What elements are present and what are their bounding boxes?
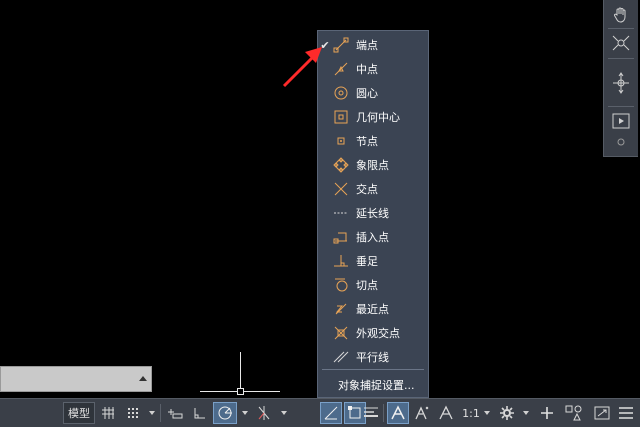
navigation-bar	[603, 0, 638, 157]
snap-item-label: 中点	[356, 63, 378, 76]
snap-item-apparent-intersection[interactable]: 外观交点	[318, 321, 428, 345]
snap-item-insertion[interactable]: 插入点	[318, 225, 428, 249]
auto-scale-icon[interactable]	[411, 402, 433, 424]
snap-item-label: 插入点	[356, 231, 389, 244]
snap-item-tangent[interactable]: 切点	[318, 273, 428, 297]
isolate-objects-icon[interactable]	[563, 402, 585, 424]
model-space-button[interactable]: 模型	[63, 402, 95, 424]
command-line[interactable]	[0, 366, 152, 392]
snap-item-label: 几何中心	[356, 111, 400, 124]
snap-item-center[interactable]: 圆心	[318, 81, 428, 105]
add-icon[interactable]	[536, 402, 558, 424]
quadrant-icon	[332, 156, 350, 174]
isodraft-icon[interactable]	[253, 402, 275, 424]
status-bar: 模型 1:1	[0, 398, 640, 427]
snap-item-intersection[interactable]: 交点	[318, 177, 428, 201]
object-snap-menu: ✔ 端点中点圆心几何中心节点象限点交点延长线插入点垂足切点最近点外观交点平行线 对…	[317, 30, 429, 398]
fullscreen-icon[interactable]	[591, 402, 613, 424]
intersection-icon	[332, 180, 350, 198]
zoom-extents-icon[interactable]	[608, 32, 634, 54]
snap-item-label: 节点	[356, 135, 378, 148]
annotation-visibility-icon[interactable]	[387, 402, 409, 424]
crosshair-pickbox	[237, 388, 244, 395]
workspace-dropdown-icon[interactable]	[523, 411, 529, 415]
tangent-icon	[332, 276, 350, 294]
perpendicular-icon	[332, 252, 350, 270]
navbar-settings-icon[interactable]	[608, 132, 634, 152]
snap-item-parallel[interactable]: 平行线	[318, 345, 428, 369]
snap-item-nearest[interactable]: 最近点	[318, 297, 428, 321]
orbit-icon[interactable]	[608, 72, 634, 94]
snap-item-node[interactable]: 节点	[318, 129, 428, 153]
snap-item-label: 象限点	[356, 159, 389, 172]
dynamic-input-icon[interactable]	[164, 402, 186, 424]
snap-item-label: 垂足	[356, 255, 378, 268]
object-snap-settings-label: 对象捕捉设置...	[338, 379, 415, 392]
polar-dropdown-icon[interactable]	[242, 411, 248, 415]
node-icon	[332, 132, 350, 150]
snap-item-label: 外观交点	[356, 327, 400, 340]
grid-icon[interactable]	[98, 402, 118, 424]
midpoint-icon	[332, 60, 350, 78]
snap-item-label: 平行线	[356, 351, 389, 364]
menu-divider	[322, 369, 424, 370]
crosshair-vertical	[240, 352, 241, 392]
annotation-scale-icon[interactable]	[435, 402, 457, 424]
polar-tracking-icon[interactable]	[213, 402, 237, 424]
annotation-scale-label: 1:1	[462, 406, 480, 420]
snap-item-perpendicular[interactable]: 垂足	[318, 249, 428, 273]
snap-item-endpoint[interactable]: ✔ 端点	[318, 33, 428, 57]
parallel-icon	[332, 348, 350, 366]
snap-item-label: 圆心	[356, 87, 378, 100]
center-icon	[332, 84, 350, 102]
ortho-mode-icon[interactable]	[189, 402, 211, 424]
lineweight-icon[interactable]	[360, 402, 382, 424]
isodraft-dropdown-icon[interactable]	[281, 411, 287, 415]
pan-icon[interactable]	[608, 4, 634, 26]
snap-item-label: 切点	[356, 279, 378, 292]
insertion-icon	[332, 228, 350, 246]
geometric-center-icon	[332, 108, 350, 126]
endpoint-icon	[332, 36, 350, 54]
check-mark-icon: ✔	[320, 38, 330, 52]
snap-item-label: 交点	[356, 183, 378, 196]
snap-item-midpoint[interactable]: 中点	[318, 57, 428, 81]
nearest-icon	[332, 300, 350, 318]
showmotion-icon[interactable]	[608, 110, 634, 132]
command-history-arrow-icon[interactable]	[139, 376, 147, 381]
scale-dropdown-icon[interactable]	[484, 411, 490, 415]
apparent-intersection-icon	[332, 324, 350, 342]
workspace-gear-icon[interactable]	[496, 402, 518, 424]
snap-item-label: 最近点	[356, 303, 389, 316]
snap-item-extension[interactable]: 延长线	[318, 201, 428, 225]
snap-mode-icon[interactable]	[122, 402, 144, 424]
snap-item-label: 延长线	[356, 207, 389, 220]
snap-item-quadrant[interactable]: 象限点	[318, 153, 428, 177]
snap-dropdown-icon[interactable]	[149, 411, 155, 415]
snap-item-geometric-center[interactable]: 几何中心	[318, 105, 428, 129]
annotation-scale-button[interactable]: 1:1	[459, 402, 483, 424]
model-space-label: 模型	[68, 407, 90, 420]
snap-item-label: 端点	[356, 39, 378, 52]
extension-icon	[332, 204, 350, 222]
object-snap-settings-item[interactable]: 对象捕捉设置...	[318, 373, 428, 397]
object-snap-tracking-icon[interactable]	[320, 402, 342, 424]
customization-menu-icon[interactable]	[615, 402, 637, 424]
